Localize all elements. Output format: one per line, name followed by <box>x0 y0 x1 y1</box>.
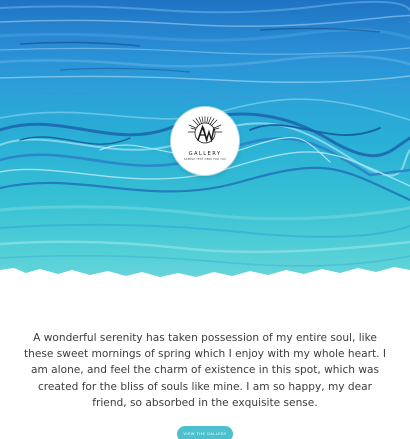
view-gallery-button[interactable]: VIEW THE GALLERY <box>177 426 233 439</box>
aw-monogram-logo-icon <box>187 116 223 144</box>
gallery-brand-tagline: SAMPLE TEXT HERE FOR YOU <box>183 158 227 161</box>
intro-paragraph: A wonderful serenity has taken possessio… <box>23 332 386 409</box>
gallery-logo-badge[interactable]: GALLERY SAMPLE TEXT HERE FOR YOU <box>171 107 239 175</box>
hero-banner: GALLERY SAMPLE TEXT HERE FOR YOU <box>0 0 410 285</box>
gallery-brand-name: GALLERY <box>188 151 222 157</box>
